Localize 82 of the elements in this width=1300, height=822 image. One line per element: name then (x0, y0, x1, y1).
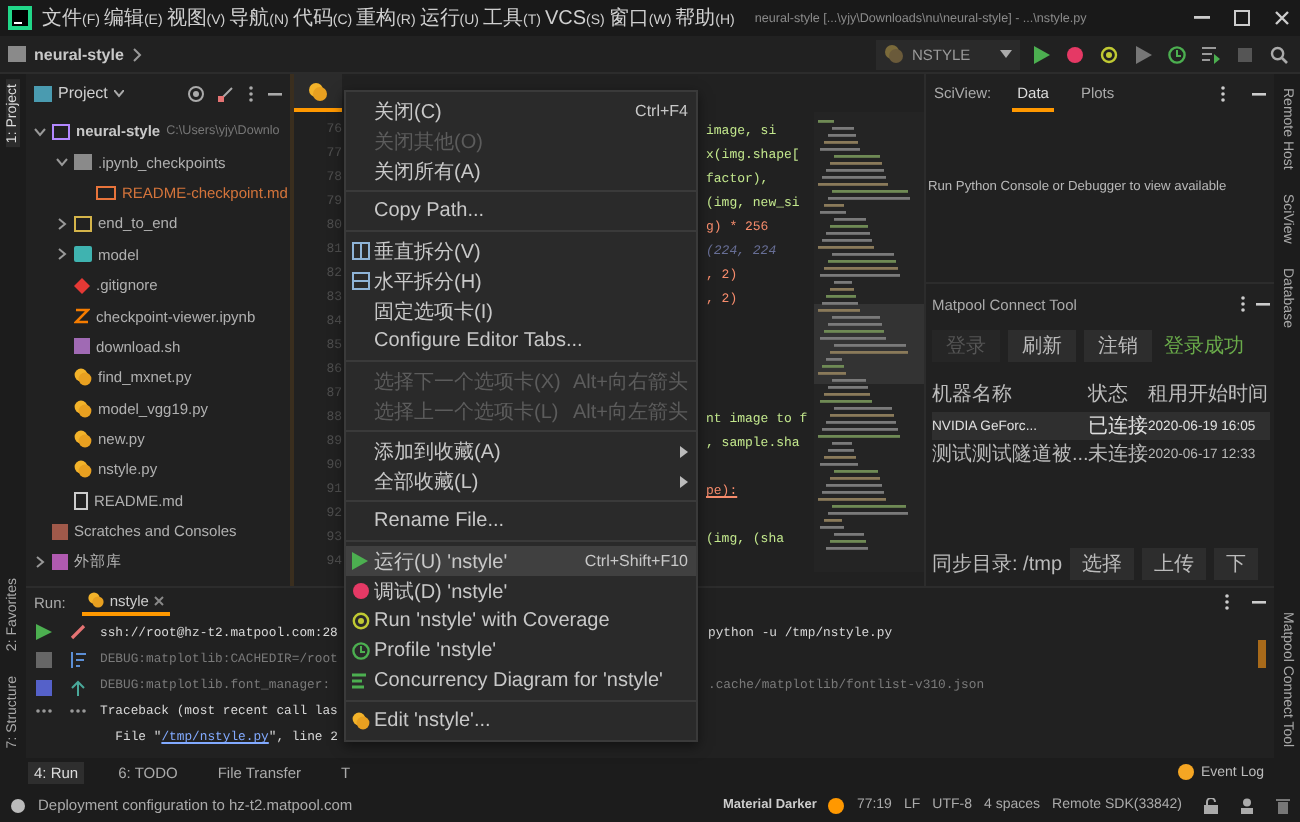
folder-icon (34, 85, 52, 101)
up-arrow-icon[interactable] (69, 680, 85, 696)
maximize-icon (1234, 10, 1250, 26)
close-icon[interactable] (154, 595, 165, 605)
python-file-icon (87, 592, 104, 608)
login-status: 登录成功 (1164, 333, 1244, 360)
more-icon[interactable] (1240, 296, 1246, 312)
tool-button[interactable]: 下 (1214, 548, 1259, 580)
scratches-icon (52, 523, 68, 540)
markdown-file-icon (96, 185, 116, 200)
menu-item[interactable]: 添加到收藏(A) (346, 436, 696, 466)
column-header: 机器名称 (932, 381, 1014, 408)
stop-icon[interactable] (35, 652, 51, 668)
profile-icon (351, 642, 369, 660)
debug-icon[interactable] (1066, 45, 1084, 63)
dot-icon (828, 797, 845, 813)
more-icon[interactable] (69, 708, 85, 714)
document-icon (74, 491, 88, 510)
menu-item[interactable]: Concurrency Diagram for 'nstyle' (346, 666, 696, 696)
more-icon[interactable] (248, 85, 254, 101)
column-header: 状态 (1088, 381, 1130, 408)
concurrency-icon (351, 672, 369, 690)
menu-item[interactable]: 关闭所有(A) (346, 156, 696, 186)
caret-icon (113, 89, 124, 97)
table-cell-text: 测试测试隧道被... (932, 441, 1088, 468)
python-file-icon (308, 81, 328, 101)
debug-icon (351, 582, 369, 600)
tool-button[interactable]: 注销 (1084, 330, 1152, 362)
sync-directory-label: 同步目录: /tmp (932, 551, 1063, 578)
split-horizontal-icon (351, 272, 369, 290)
sort-icon[interactable] (69, 652, 85, 668)
menu-item[interactable]: 运行(U) 'nstyle' Ctrl+Shift+F10 (346, 546, 696, 576)
lock-icon[interactable] (1204, 797, 1218, 813)
notebook-file-icon (74, 308, 90, 325)
app-logo-icon (8, 6, 32, 30)
menu-item[interactable]: 调试(D) 'nstyle' (346, 576, 696, 606)
menu-item[interactable]: Profile 'nstyle' (346, 636, 696, 666)
search-icon[interactable] (1270, 45, 1288, 63)
build-icon[interactable] (1202, 45, 1220, 63)
split-vertical-icon (351, 242, 369, 260)
close-icon (1274, 10, 1290, 26)
person-icon[interactable] (1240, 797, 1254, 813)
folder-icon (8, 46, 26, 62)
play-icon[interactable] (1134, 45, 1152, 63)
library-icon (52, 554, 68, 571)
target-icon[interactable] (188, 85, 204, 101)
profile-icon[interactable] (1168, 45, 1186, 63)
tool-button[interactable]: 刷新 (1008, 330, 1076, 362)
coverage-icon[interactable] (1100, 45, 1118, 63)
more-icon[interactable] (35, 708, 51, 714)
event-log-icon (1178, 764, 1195, 780)
table-cell-text: 已连接 (1088, 413, 1148, 440)
caret-icon (1000, 50, 1012, 58)
menu-item[interactable]: Edit 'nstyle'... (346, 706, 696, 736)
menu-item[interactable]: 垂直拆分(V) (346, 236, 696, 266)
menu-item[interactable]: 水平拆分(H) (346, 266, 696, 296)
project-view-dropdown[interactable]: Project (34, 84, 124, 102)
more-icon[interactable] (1224, 594, 1230, 610)
more-icon[interactable] (1220, 85, 1226, 101)
python-file-icon (351, 712, 369, 730)
run-icon (352, 552, 368, 570)
editor-tab[interactable] (294, 74, 342, 112)
menu-item[interactable]: 全部收藏(L) (346, 466, 696, 496)
menu-item[interactable]: Copy Path... (346, 196, 696, 226)
menu-item[interactable]: 关闭(C) Ctrl+F4 (346, 96, 696, 126)
menu-item[interactable]: Rename File... (346, 506, 696, 536)
breadcrumb[interactable]: neural-style (34, 45, 124, 63)
tool-button[interactable]: 选择 (1070, 548, 1135, 580)
menu-item[interactable]: Run 'nstyle' with Coverage (346, 606, 696, 636)
column-header: 租用开始时间 (1148, 381, 1268, 408)
trash-icon[interactable] (1276, 797, 1290, 813)
menu-item[interactable]: 固定选项卡(I) (346, 296, 696, 326)
chevron-icon (131, 47, 142, 61)
table-cell-text: 未连接 (1088, 441, 1148, 468)
menu-item[interactable]: Configure Editor Tabs... (346, 326, 696, 356)
run-icon[interactable] (1032, 45, 1050, 63)
rerun-icon[interactable] (35, 624, 51, 640)
shell-file-icon (74, 338, 90, 355)
diamond-icon (74, 277, 90, 294)
tool-button[interactable]: 上传 (1142, 548, 1207, 580)
coverage-icon (351, 612, 369, 630)
python-icon (884, 44, 904, 64)
